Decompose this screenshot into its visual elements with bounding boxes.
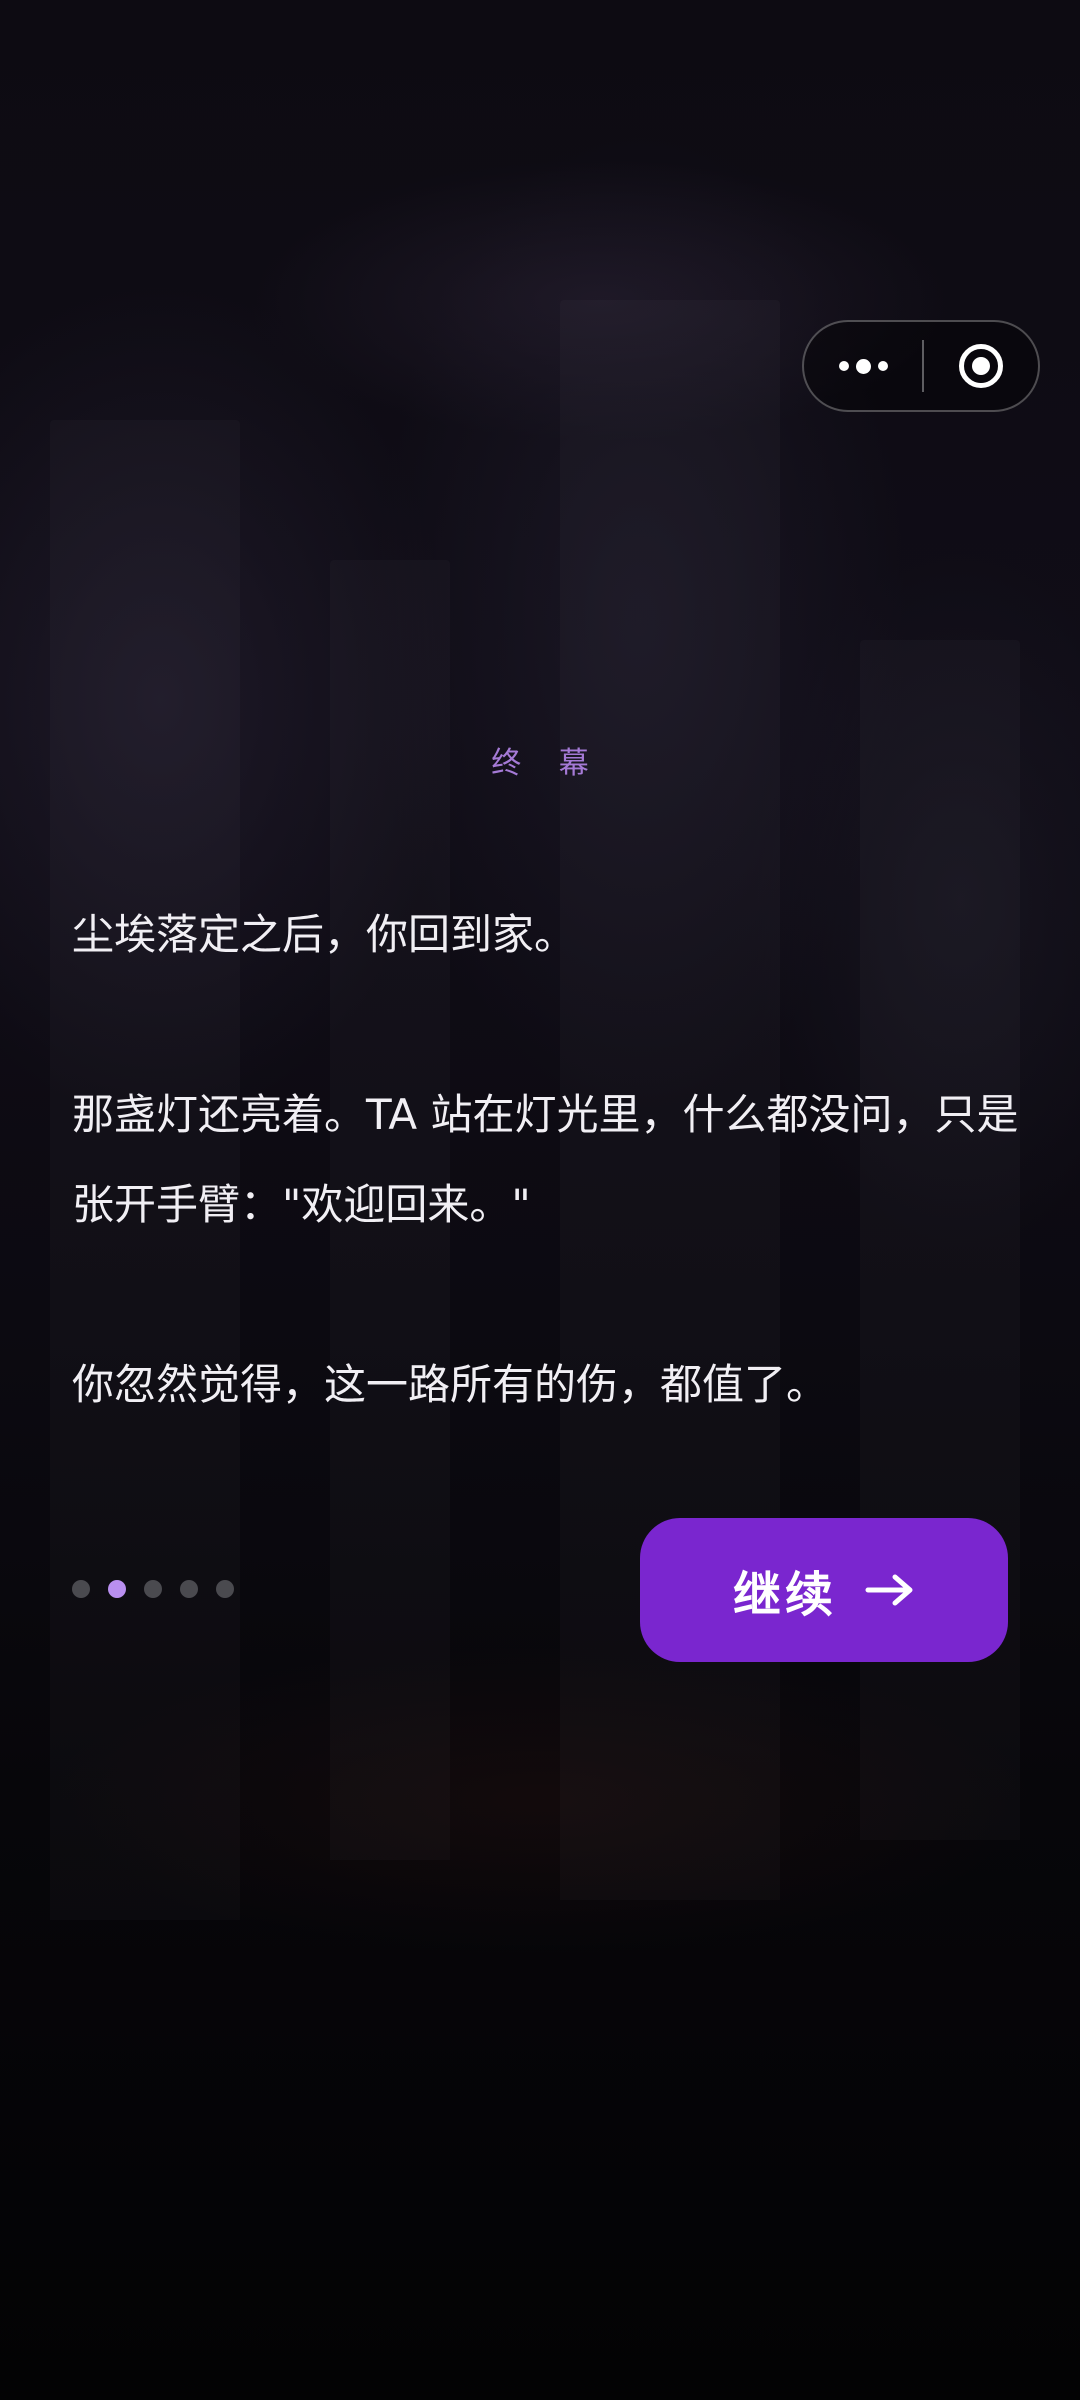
- page-dot-active: [108, 1580, 126, 1598]
- page-dot: [144, 1580, 162, 1598]
- page-dot: [180, 1580, 198, 1598]
- page-indicator: [72, 1580, 234, 1598]
- story-paragraph: 那盏灯还亮着。TA 站在灯光里，什么都没问，只是张开手臂："欢迎回来。": [72, 1090, 1019, 1229]
- page-dot: [72, 1580, 90, 1598]
- continue-label: 继续: [732, 1567, 837, 1623]
- more-dots-icon: [838, 358, 888, 374]
- continue-button[interactable]: 继续: [640, 1518, 1008, 1662]
- story-paragraph: 你忽然觉得，这一路所有的伤，都值了。: [72, 1360, 829, 1409]
- story-paragraph: 尘埃落定之后，你回到家。: [72, 910, 577, 959]
- more-menu-button[interactable]: [804, 322, 922, 410]
- page-dot: [216, 1580, 234, 1598]
- arrow-right-icon: [865, 1574, 913, 1606]
- story-text: 尘埃落定之后，你回到家。 那盏灯还亮着。TA 站在灯光里，什么都没问，只是张开手…: [72, 890, 1022, 1430]
- chapter-title: 终 幕: [491, 746, 603, 781]
- mini-program-capsule: [802, 320, 1040, 412]
- close-button[interactable]: [924, 322, 1038, 410]
- target-close-icon: [959, 344, 1003, 388]
